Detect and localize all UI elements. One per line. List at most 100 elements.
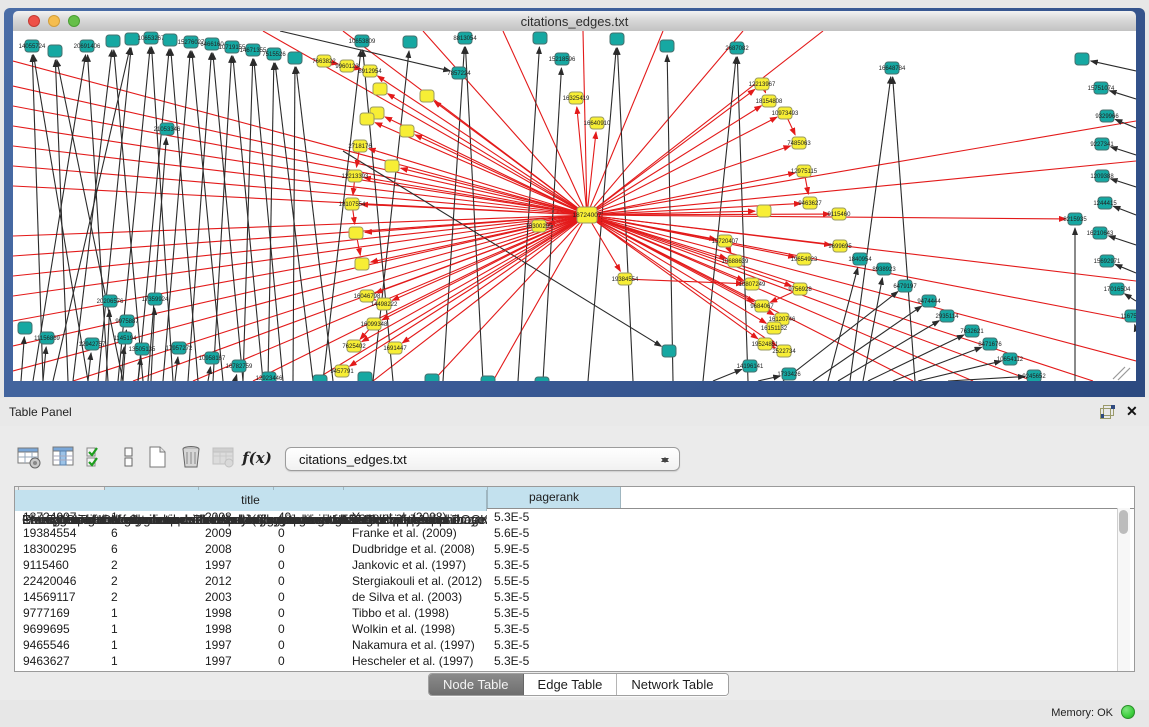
svg-text:9245652: 9245652 xyxy=(1022,374,1046,380)
table-cell-pr: 5.3E-5 xyxy=(488,605,621,621)
table-row[interactable]: 1456911722003Disruption of a novel membe… xyxy=(15,589,1134,605)
table-cell-ind: 2 xyxy=(105,557,199,573)
table-cell-name: 9699695 xyxy=(19,621,105,637)
svg-text:18807249: 18807249 xyxy=(739,282,766,288)
graph-node[interactable] xyxy=(163,34,177,46)
column-header-title[interactable]: title xyxy=(15,490,487,511)
svg-text:21053346: 21053346 xyxy=(154,127,181,133)
svg-text:7485063: 7485063 xyxy=(787,141,811,147)
graph-node[interactable] xyxy=(535,377,549,381)
svg-text:18300295: 18300295 xyxy=(526,224,553,230)
table-cell-out: 0 xyxy=(274,541,344,557)
table-cell-out: 0 xyxy=(274,637,344,653)
table-cell-name: 9463627 xyxy=(19,653,105,669)
table-selector-dropdown[interactable]: citations_edges.txt xyxy=(285,447,680,471)
graph-node[interactable] xyxy=(420,90,434,102)
graph-node[interactable] xyxy=(313,375,327,381)
graph-node[interactable] xyxy=(662,345,676,357)
svg-text:2687082: 2687082 xyxy=(725,46,749,52)
table-cell-pr: 5.3E-5 xyxy=(488,637,621,653)
graph-node[interactable] xyxy=(1075,53,1089,65)
table-cell-out: 0 xyxy=(274,605,344,621)
table-row[interactable]: 946554611997Estimation of the future num… xyxy=(15,637,1134,653)
table-row[interactable]: 2242004622012Investigating the contribut… xyxy=(15,573,1134,589)
graph-node[interactable] xyxy=(288,52,302,64)
graph-node[interactable] xyxy=(660,40,674,52)
close-panel-icon[interactable]: ✕ xyxy=(1126,403,1138,419)
svg-text:14055724: 14055724 xyxy=(19,44,46,50)
float-panel-icon[interactable] xyxy=(1100,405,1115,419)
graph-node[interactable] xyxy=(349,227,363,239)
svg-text:14196141: 14196141 xyxy=(737,364,764,370)
graph-node[interactable] xyxy=(355,258,369,270)
graph-node[interactable] xyxy=(106,35,120,47)
table-cell-pr: 5.3E-5 xyxy=(488,589,621,605)
graph-node[interactable] xyxy=(400,125,414,137)
svg-text:1145194: 1145194 xyxy=(114,336,138,342)
function-builder-button[interactable]: f(x) xyxy=(242,444,272,474)
graph-node[interactable] xyxy=(360,113,374,125)
svg-text:12942757: 12942757 xyxy=(79,342,106,348)
network-view-frame: citations_edges.txt 14055724206914061065… xyxy=(4,8,1145,397)
table-cell-year: 1998 xyxy=(199,605,274,621)
svg-text:1691447: 1691447 xyxy=(383,346,407,352)
scrollbar-thumb[interactable] xyxy=(1119,510,1128,534)
table-cell-out: 0 xyxy=(274,573,344,589)
column-pair-button[interactable] xyxy=(116,444,146,474)
svg-text:9227341: 9227341 xyxy=(1090,142,1114,148)
svg-text:2718176: 2718176 xyxy=(348,144,372,150)
svg-text:12975115: 12975115 xyxy=(791,169,818,175)
graph-node[interactable] xyxy=(18,322,32,334)
svg-text:1209388: 1209388 xyxy=(1090,174,1114,180)
table-cell-name: 18300295 xyxy=(19,541,105,557)
svg-text:10653809: 10653809 xyxy=(349,39,376,45)
svg-text:2935114: 2935114 xyxy=(936,314,960,320)
memory-ok-indicator[interactable] xyxy=(1121,705,1135,719)
graph-node[interactable] xyxy=(757,205,771,217)
table-cell-year: 1997 xyxy=(199,637,274,653)
graph-node[interactable] xyxy=(533,32,547,44)
table-panel-title: Table Panel xyxy=(9,405,72,419)
svg-text:18107554: 18107554 xyxy=(339,202,366,208)
network-graph-canvas[interactable]: 1405572420691406106532671527602764661601… xyxy=(13,31,1136,381)
table-settings-button[interactable] xyxy=(16,444,46,474)
tab-network-table[interactable]: Network Table xyxy=(617,674,727,695)
table-cell-ind: 1 xyxy=(105,653,199,669)
table-row[interactable]: 969969511998Structural magnetic resonanc… xyxy=(15,621,1134,637)
table-row[interactable]: 977716911998Corpus callosum shape and si… xyxy=(15,605,1134,621)
table-cell-pr: 5.6E-5 xyxy=(488,525,621,541)
table-row[interactable]: 911546021997Tourette syndrome. Phenomeno… xyxy=(15,557,1134,573)
table-row[interactable]: 946362711997Embryonic stem cells: a mode… xyxy=(15,653,1134,669)
table-vertical-scrollbar[interactable] xyxy=(1117,508,1130,671)
svg-text:20206576: 20206576 xyxy=(97,299,124,305)
table-type-tabs: Node Table Edge Table Network Table xyxy=(428,673,729,696)
svg-text:11156869: 11156869 xyxy=(34,336,60,342)
graph-node[interactable] xyxy=(481,376,495,381)
svg-text:16151132: 16151132 xyxy=(761,326,788,332)
svg-text:10654112: 10654112 xyxy=(997,357,1024,363)
graph-node[interactable] xyxy=(610,33,624,45)
tab-edge-table[interactable]: Edge Table xyxy=(524,674,618,695)
graph-node[interactable] xyxy=(373,83,387,95)
table-cell-short: Stergiakouli et al. (2012) xyxy=(344,573,488,589)
select-columns-button[interactable] xyxy=(50,444,80,474)
table-cell-title: Embryonic stem cells: a model to study s… xyxy=(15,512,487,528)
tab-node-table[interactable]: Node Table xyxy=(429,674,524,695)
graph-node[interactable] xyxy=(425,374,439,381)
column-header-pagerank[interactable]: pagerank xyxy=(488,487,621,508)
svg-text:9684067: 9684067 xyxy=(750,304,774,310)
svg-text:15720407: 15720407 xyxy=(712,239,739,245)
table-header-filler xyxy=(621,487,1134,508)
window-titlebar[interactable]: citations_edges.txt xyxy=(13,11,1136,32)
table-cell-ind: 1 xyxy=(105,621,199,637)
graph-node[interactable] xyxy=(358,372,372,381)
delete-column-button[interactable] xyxy=(178,444,208,474)
new-column-button[interactable] xyxy=(144,444,174,474)
graph-node[interactable] xyxy=(48,45,62,57)
graph-node[interactable] xyxy=(403,36,417,48)
graph-node[interactable] xyxy=(385,160,399,172)
delete-table-button[interactable] xyxy=(210,444,240,474)
table-row[interactable]: 1830029562008Estimation of significance … xyxy=(15,541,1134,557)
table-cell-year: 1998 xyxy=(199,621,274,637)
row-checkboxes-button[interactable] xyxy=(84,444,114,474)
